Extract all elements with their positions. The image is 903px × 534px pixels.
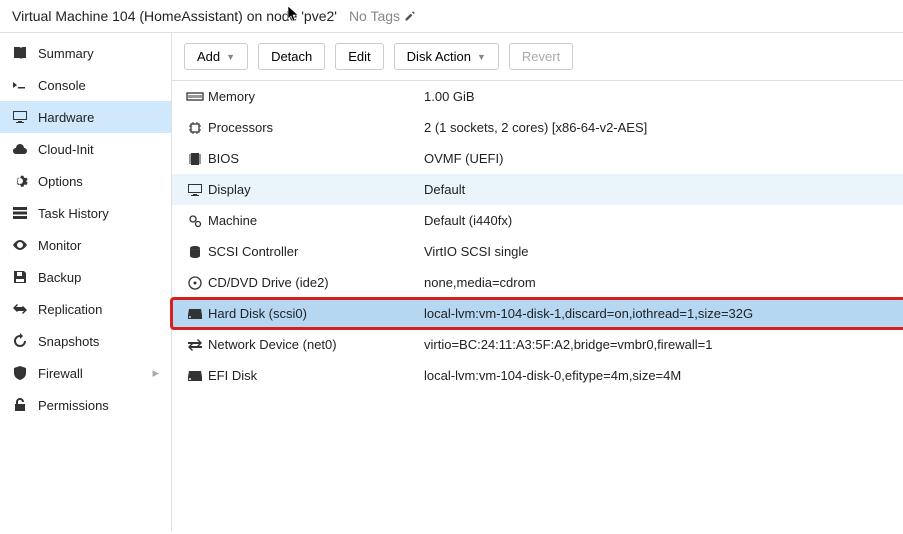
page-header: Virtual Machine 104 (HomeAssistant) on n… — [0, 0, 903, 33]
hw-row-memory[interactable]: Memory 1.00 GiB — [172, 81, 903, 112]
hw-row-label: SCSI Controller — [208, 244, 424, 259]
sidebar-item-label: Replication — [38, 302, 102, 317]
hw-row-value: 1.00 GiB — [424, 89, 893, 104]
detach-label: Detach — [271, 49, 312, 64]
gear-icon — [12, 173, 28, 189]
revert-label: Revert — [522, 49, 560, 64]
hw-row-value: Default — [424, 182, 893, 197]
cloud-icon — [12, 141, 28, 157]
hw-row-display[interactable]: Display Default — [172, 174, 903, 205]
sidebar-item-label: Backup — [38, 270, 81, 285]
edit-label: Edit — [348, 49, 370, 64]
pencil-icon — [404, 10, 416, 22]
hw-row-label: EFI Disk — [208, 368, 424, 383]
sidebar-item-label: Hardware — [38, 110, 94, 125]
no-tags-label: No Tags — [349, 8, 400, 24]
hw-row-value: Default (i440fx) — [424, 213, 893, 228]
sidebar-item-replication[interactable]: Replication — [0, 293, 171, 325]
sidebar-item-cloudinit[interactable]: Cloud-Init — [0, 133, 171, 165]
add-label: Add — [197, 49, 220, 64]
memory-icon — [182, 90, 208, 104]
content-pane: Add ▼ Detach Edit Disk Action ▼ Revert M… — [172, 33, 903, 531]
sidebar-item-permissions[interactable]: Permissions — [0, 389, 171, 421]
hw-row-value: local-lvm:vm-104-disk-0,efitype=4m,size=… — [424, 368, 893, 383]
desktop-icon — [182, 182, 208, 198]
hw-row-processors[interactable]: Processors 2 (1 sockets, 2 cores) [x86-6… — [172, 112, 903, 143]
hw-row-label: Memory — [208, 89, 424, 104]
sidebar-item-options[interactable]: Options — [0, 165, 171, 197]
toolbar: Add ▼ Detach Edit Disk Action ▼ Revert — [172, 33, 903, 81]
hw-row-label: Display — [208, 182, 424, 197]
hw-row-label: Hard Disk (scsi0) — [208, 306, 424, 321]
sidebar-item-taskhistory[interactable]: Task History — [0, 197, 171, 229]
terminal-icon — [12, 77, 28, 93]
hw-row-scsi[interactable]: SCSI Controller VirtIO SCSI single — [172, 236, 903, 267]
hw-row-value: local-lvm:vm-104-disk-1,discard=on,iothr… — [424, 306, 893, 321]
sidebar-item-console[interactable]: Console — [0, 69, 171, 101]
hardware-list: Memory 1.00 GiB Processors 2 (1 sockets,… — [172, 81, 903, 391]
hw-row-machine[interactable]: Machine Default (i440fx) — [172, 205, 903, 236]
add-button[interactable]: Add ▼ — [184, 43, 248, 70]
sidebar-item-summary[interactable]: Summary — [0, 37, 171, 69]
hw-row-label: Machine — [208, 213, 424, 228]
sidebar-item-label: Summary — [38, 46, 94, 61]
chip-icon — [182, 151, 208, 167]
sidebar-item-hardware[interactable]: Hardware — [0, 101, 171, 133]
sidebar: Summary Console Hardware Cloud-Init Opti… — [0, 33, 172, 531]
desktop-icon — [12, 109, 28, 125]
detach-button[interactable]: Detach — [258, 43, 325, 70]
hw-row-label: CD/DVD Drive (ide2) — [208, 275, 424, 290]
cpu-icon — [182, 120, 208, 136]
sidebar-item-label: Permissions — [38, 398, 109, 413]
list-icon — [12, 205, 28, 221]
sidebar-item-label: Task History — [38, 206, 109, 221]
exchange-icon — [182, 337, 208, 353]
hw-row-value: none,media=cdrom — [424, 275, 893, 290]
eye-icon — [12, 237, 28, 253]
unlock-icon — [12, 397, 28, 413]
hw-row-label: Network Device (net0) — [208, 337, 424, 352]
history-icon — [12, 333, 28, 349]
hw-row-harddisk[interactable]: Hard Disk (scsi0) local-lvm:vm-104-disk-… — [172, 298, 903, 329]
sync-icon — [12, 301, 28, 317]
edit-button[interactable]: Edit — [335, 43, 383, 70]
sidebar-item-snapshots[interactable]: Snapshots — [0, 325, 171, 357]
hw-row-cddvd[interactable]: CD/DVD Drive (ide2) none,media=cdrom — [172, 267, 903, 298]
sidebar-item-label: Snapshots — [38, 334, 99, 349]
hw-row-label: Processors — [208, 120, 424, 135]
sidebar-item-label: Firewall — [38, 366, 83, 381]
hw-row-bios[interactable]: BIOS OVMF (UEFI) — [172, 143, 903, 174]
hw-row-network[interactable]: Network Device (net0) virtio=BC:24:11:A3… — [172, 329, 903, 360]
hw-row-efidisk[interactable]: EFI Disk local-lvm:vm-104-disk-0,efitype… — [172, 360, 903, 391]
hw-row-value: OVMF (UEFI) — [424, 151, 893, 166]
sidebar-item-label: Console — [38, 78, 86, 93]
sidebar-item-label: Monitor — [38, 238, 81, 253]
main-layout: Summary Console Hardware Cloud-Init Opti… — [0, 33, 903, 531]
chevron-down-icon: ▼ — [477, 52, 486, 62]
sidebar-item-label: Options — [38, 174, 83, 189]
cogs-icon — [182, 213, 208, 229]
no-tags-button[interactable]: No Tags — [349, 8, 416, 24]
chevron-down-icon: ▼ — [226, 52, 235, 62]
hdd-icon — [182, 306, 208, 322]
save-icon — [12, 269, 28, 285]
book-icon — [12, 45, 28, 61]
hw-row-label: BIOS — [208, 151, 424, 166]
hw-row-value: VirtIO SCSI single — [424, 244, 893, 259]
chevron-right-icon: ▸ — [152, 365, 159, 381]
sidebar-item-monitor[interactable]: Monitor — [0, 229, 171, 261]
page-title: Virtual Machine 104 (HomeAssistant) on n… — [12, 8, 337, 24]
hw-row-value: 2 (1 sockets, 2 cores) [x86-64-v2-AES] — [424, 120, 893, 135]
sidebar-item-label: Cloud-Init — [38, 142, 94, 157]
revert-button[interactable]: Revert — [509, 43, 573, 70]
disk-action-label: Disk Action — [407, 49, 471, 64]
database-icon — [182, 244, 208, 260]
disk-action-button[interactable]: Disk Action ▼ — [394, 43, 499, 70]
sidebar-item-backup[interactable]: Backup — [0, 261, 171, 293]
shield-icon — [12, 365, 28, 381]
disc-icon — [182, 275, 208, 291]
sidebar-item-firewall[interactable]: Firewall ▸ — [0, 357, 171, 389]
hdd-icon — [182, 368, 208, 384]
hw-row-value: virtio=BC:24:11:A3:5F:A2,bridge=vmbr0,fi… — [424, 337, 893, 352]
